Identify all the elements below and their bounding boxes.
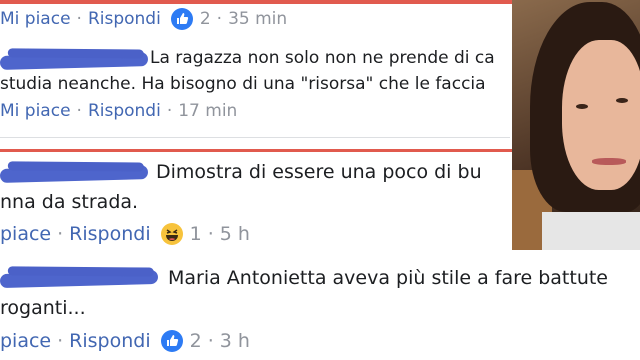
photo-face [562,40,640,190]
separator: · [76,101,82,121]
timestamp[interactable]: 5 h [220,223,250,245]
separator: · [166,101,173,121]
like-reaction-icon[interactable] [170,8,193,30]
reply-link[interactable]: Rispondi [88,101,161,121]
separator: · [216,9,223,29]
comment-text-line: nna da strada. [0,191,139,213]
like-link[interactable]: piace [0,223,51,245]
comment-actions-1: Mi piace · Rispondi 2 · 35 min [0,8,287,30]
reply-link[interactable]: Rispondi [69,223,150,245]
comment-text-line: La ragazza non solo non ne prende di ca [150,48,495,68]
like-link[interactable]: Mi piace [0,9,71,29]
portrait-photo [512,0,640,250]
redacted-author-name [0,52,149,70]
timestamp[interactable]: 3 h [220,330,250,352]
comment-actions-2: Mi piace · Rispondi · 17 min [0,101,237,121]
reaction-count[interactable]: 1 [190,223,202,245]
like-reaction-icon[interactable] [160,330,183,352]
like-link[interactable]: Mi piace [0,101,71,121]
comment-text-line: roganti... [0,297,86,319]
separator: · [207,330,214,352]
reaction-count[interactable]: 2 [200,9,211,29]
comment-text-line: studia neanche. Ha bisogno di una "risor… [0,74,486,94]
like-link[interactable]: piace [0,330,51,352]
separator: · [57,223,64,245]
photo-eye [616,98,628,103]
separator: · [76,9,82,29]
reply-link[interactable]: Rispondi [69,330,150,352]
photo-shirt [542,212,640,250]
comment-actions-3: piace · Rispondi 1 · 5 h [0,223,250,245]
photo-mouth [592,158,626,165]
separator: · [207,223,214,245]
haha-reaction-icon[interactable] [160,223,183,245]
redacted-author-name [0,269,159,289]
reaction-count[interactable]: 2 [190,330,202,352]
separator: · [57,330,64,352]
divider [0,137,510,138]
photo-eye [576,104,588,109]
redacted-author-name [0,165,149,183]
comment-text-line: Maria Antonietta aveva più stile a fare … [168,267,608,289]
timestamp[interactable]: 17 min [178,101,237,121]
reply-link[interactable]: Rispondi [88,9,161,29]
comment-actions-4: piace · Rispondi 2 · 3 h [0,330,250,352]
timestamp[interactable]: 35 min [228,9,287,29]
comment-text-line: Dimostra di essere una poco di bu [156,161,482,183]
